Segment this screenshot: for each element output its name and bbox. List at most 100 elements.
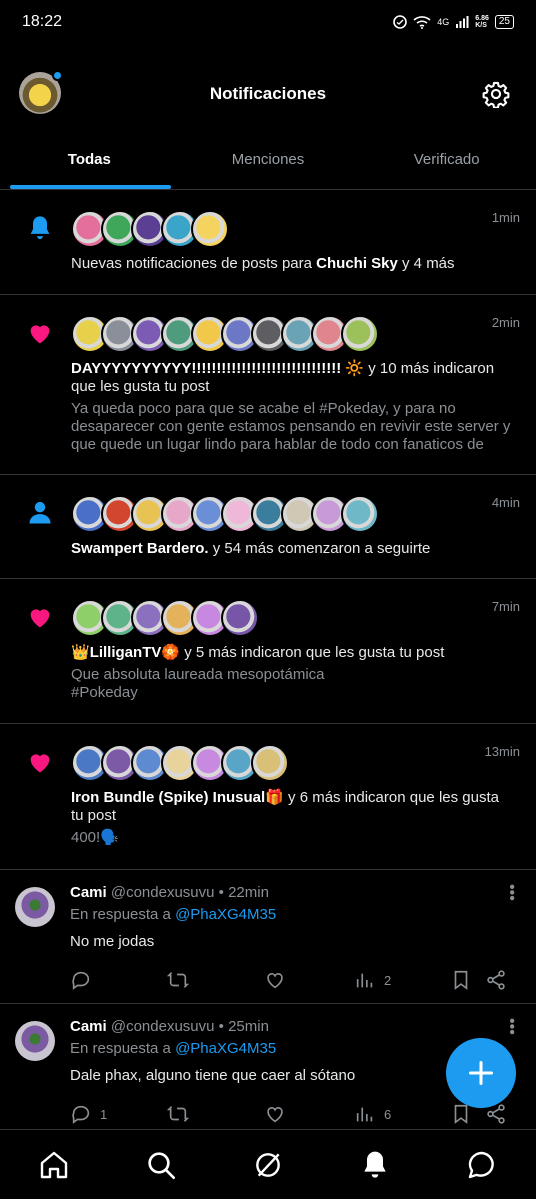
notification-user[interactable]: LilliganTV🏵️ (90, 644, 180, 661)
post-header: Cami @condexusuvu • 25min (70, 1018, 269, 1035)
plus-icon (468, 1060, 494, 1086)
avatar[interactable] (251, 744, 289, 782)
page-title: Notificaciones (209, 84, 327, 103)
home-icon[interactable] (38, 1149, 70, 1181)
avatar[interactable] (15, 887, 55, 927)
avatar[interactable] (341, 315, 379, 353)
notification-user[interactable]: Swampert Bardero. (71, 540, 209, 557)
notification-item[interactable]: 7min 👑LilliganTV🏵️ y 5 más indicaron que… (0, 579, 536, 724)
avatar[interactable] (15, 1021, 55, 1061)
author-name[interactable]: Cami (70, 1018, 107, 1035)
notification-item[interactable]: 1min Nuevas notificaciones de posts para… (0, 190, 536, 295)
notification-user[interactable]: Iron Bundle (Spike) Inusual🎁 (71, 789, 284, 806)
signal-icon (456, 16, 469, 28)
avatar[interactable] (191, 210, 229, 248)
notification-user[interactable]: Chuchi Sky (316, 255, 398, 272)
post-text: No me jodas (70, 933, 155, 950)
unread-dot (52, 70, 63, 81)
repost-button[interactable] (167, 1103, 264, 1125)
notification-time: 1min (491, 210, 520, 225)
share-button[interactable] (485, 969, 507, 991)
reply-button[interactable] (70, 969, 167, 991)
notifications-bell-icon[interactable] (359, 1149, 391, 1181)
heart-icon (30, 754, 50, 773)
like-button[interactable] (264, 969, 354, 991)
tab-bar: Todas Menciones Verificado (0, 130, 536, 190)
reply-to-link[interactable]: @PhaXG4M35 (175, 1040, 276, 1057)
avatar-group (71, 744, 520, 782)
reply-post[interactable]: Cami @condexusuvu • 22min ••• En respues… (0, 870, 536, 1004)
notification-user[interactable]: DAYYYYYYYYYY!!!!!!!!!!!!!!!!!!!!!!!!!!!!… (71, 360, 341, 377)
heart-icon (30, 325, 50, 344)
avatar[interactable] (221, 599, 259, 637)
post-actions: 2 (70, 968, 520, 992)
status-time: 18:22 (22, 13, 63, 30)
notification-text: Iron Bundle (Spike) Inusual🎁 y 6 más ind… (71, 789, 499, 824)
post-actions: 1 6 (70, 1102, 520, 1126)
status-bar: 18:22 4G 6.86 K/S 25 (0, 0, 536, 44)
notification-text: DAYYYYYYYYYY!!!!!!!!!!!!!!!!!!!!!!!!!!!!… (71, 360, 495, 395)
person-icon (29, 501, 51, 524)
header: Notificaciones (0, 64, 536, 124)
more-options-icon[interactable]: ••• (503, 884, 520, 901)
notification-post-preview: Que absoluta laureada mesopotámica #Poke… (71, 666, 325, 701)
notification-text: Nuevas notificaciones de posts para Chuc… (71, 255, 455, 272)
reply-button[interactable]: 1 (70, 1103, 167, 1125)
bookmark-button[interactable] (450, 969, 485, 991)
bell-icon (30, 216, 50, 240)
avatar-group (71, 210, 520, 248)
views-icon (356, 973, 373, 988)
reply-icon (72, 1105, 90, 1124)
post-header: Cami @condexusuvu • 22min (70, 884, 269, 901)
notification-time: 13min (484, 744, 520, 759)
author-name[interactable]: Cami (70, 884, 107, 901)
grok-icon[interactable] (252, 1149, 284, 1181)
notification-item[interactable]: 13min Iron Bundle (Spike) Inusual🎁 y 6 m… (0, 724, 536, 870)
avatar-group (71, 315, 520, 353)
author-handle[interactable]: @condexusuvu (111, 884, 215, 901)
bottom-nav (0, 1129, 536, 1199)
messages-icon[interactable] (466, 1149, 498, 1181)
more-options-icon[interactable]: ••• (503, 1018, 520, 1035)
notification-time: 2min (491, 315, 520, 330)
notification-time: 4min (491, 495, 520, 510)
repost-icon (167, 1106, 189, 1122)
status-icons: 4G 6.86 K/S 25 (393, 15, 514, 29)
tab-verificado[interactable]: Verificado (357, 130, 536, 189)
compose-button[interactable] (446, 1038, 516, 1108)
post-time: 22min (228, 884, 269, 901)
notification-item[interactable]: 4min Swampert Bardero. y 54 más comenzar… (0, 475, 536, 579)
post-time: 25min (228, 1018, 269, 1035)
gear-icon[interactable] (482, 80, 510, 108)
views-button[interactable]: 6 (354, 1103, 450, 1125)
avatar-group (71, 495, 520, 533)
tab-todas[interactable]: Todas (0, 130, 179, 189)
network-type: 4G (437, 17, 450, 27)
notification-time: 7min (491, 599, 520, 614)
avatar[interactable] (341, 495, 379, 533)
share-icon (487, 970, 505, 990)
reply-to-link[interactable]: @PhaXG4M35 (175, 906, 276, 923)
bookmark-icon (454, 970, 468, 990)
notification-item[interactable]: 2min DAYYYYYYYYYY!!!!!!!!!!!!!!!!!!!!!!!… (0, 295, 536, 475)
search-icon[interactable] (145, 1149, 177, 1181)
reply-context: En respuesta a @PhaXG4M35 (70, 906, 277, 923)
views-button[interactable]: 2 (354, 969, 450, 991)
avatar-group (71, 599, 520, 637)
like-icon (267, 1107, 283, 1123)
views-count: 6 (384, 1106, 392, 1122)
tab-menciones[interactable]: Menciones (179, 130, 358, 189)
like-button[interactable] (264, 1103, 354, 1125)
repost-icon (167, 972, 189, 988)
reply-count: 1 (100, 1106, 108, 1122)
notification-text: Swampert Bardero. y 54 más comenzaron a … (71, 540, 431, 557)
reply-icon (72, 971, 90, 990)
wifi-icon (413, 16, 431, 29)
notification-post-preview: Ya queda poco para que se acabe el #Poke… (71, 400, 511, 453)
dnd-icon (393, 15, 408, 29)
notification-text: 👑LilliganTV🏵️ y 5 más indicaron que les … (71, 644, 445, 661)
repost-button[interactable] (167, 969, 264, 991)
author-handle[interactable]: @condexusuvu (111, 1018, 215, 1035)
like-icon (267, 973, 283, 989)
battery-icon: 25 (494, 15, 514, 29)
